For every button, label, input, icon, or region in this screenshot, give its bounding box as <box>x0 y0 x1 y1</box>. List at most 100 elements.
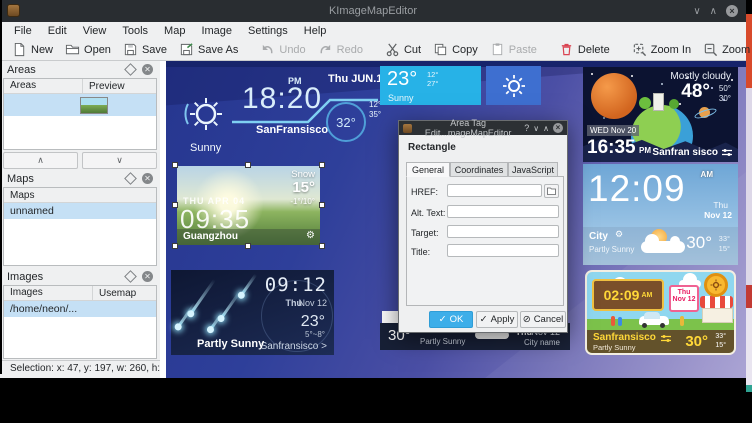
maps-panel-header[interactable]: Maps ✕ <box>3 171 157 186</box>
save-button[interactable]: Save <box>117 40 173 59</box>
images-panel-header[interactable]: Images ✕ <box>3 269 157 284</box>
zoom-out-button[interactable]: Zoom Out <box>697 40 752 59</box>
selection-handle[interactable] <box>319 243 325 249</box>
menu-settings[interactable]: Settings <box>240 25 296 37</box>
menu-tools[interactable]: Tools <box>114 25 156 37</box>
new-button[interactable]: New <box>6 40 59 59</box>
copy-button[interactable]: Copy <box>427 40 484 59</box>
menu-map[interactable]: Map <box>156 25 193 37</box>
selection-handle[interactable] <box>245 162 251 168</box>
paste-clipboard-icon <box>490 42 505 57</box>
close-panel-icon[interactable]: ✕ <box>142 173 153 184</box>
selection-handle[interactable] <box>245 243 251 249</box>
href-input[interactable] <box>447 184 542 197</box>
selection-handle[interactable] <box>319 162 325 168</box>
selection-handle[interactable] <box>319 202 325 208</box>
float-icon[interactable] <box>124 172 137 185</box>
city-label: City name <box>524 338 560 347</box>
close-panel-icon[interactable]: ✕ <box>142 271 153 282</box>
app-icon <box>403 124 412 133</box>
area-preview-thumbnail <box>80 97 108 114</box>
cut-button[interactable]: Cut <box>379 40 427 59</box>
image-row-path[interactable]: /home/neon/... <box>4 301 156 317</box>
alt-text-input[interactable] <box>447 205 559 218</box>
images-table[interactable]: Images Usemap /home/neon/... <box>3 285 157 359</box>
zoom-in-button[interactable]: Zoom In <box>626 40 697 59</box>
map-row-unnamed[interactable]: unnamed <box>4 203 156 219</box>
open-label: Open <box>84 44 111 56</box>
dialog-title: Area Tag Edit...mageMapEditor <box>416 118 520 138</box>
menu-help[interactable]: Help <box>296 25 335 37</box>
new-document-icon <box>12 42 27 57</box>
menu-file[interactable]: File <box>6 25 40 37</box>
selection-handle[interactable] <box>172 202 178 208</box>
delete-trash-icon <box>559 42 574 57</box>
minimize-button[interactable]: ∨ <box>533 124 539 133</box>
settings-gear-icon[interactable]: ⚙ <box>306 230 315 241</box>
redo-button[interactable]: Redo <box>312 40 369 59</box>
car-roof <box>644 312 660 319</box>
tab-general[interactable]: General <box>406 162 450 177</box>
bottom-bar: Sanfransisco Partly Sunny 30° 33° 15° <box>587 330 734 353</box>
move-area-up-button[interactable]: ∧ <box>3 152 78 169</box>
undo-button[interactable]: Undo <box>254 40 311 59</box>
titlebar[interactable]: KImageMapEditor ∨ ∧ × <box>0 0 746 22</box>
settings-gear-icon[interactable]: ⚙ <box>615 230 623 240</box>
area-row-selected[interactable] <box>4 94 156 116</box>
low-label: 15° <box>719 244 730 253</box>
maximize-button[interactable]: ∧ <box>710 6 717 17</box>
temp-label: 23° <box>387 68 417 91</box>
preview-column-header[interactable]: Preview <box>83 81 125 92</box>
ok-button[interactable]: ✓OK <box>429 311 473 328</box>
menu-view[interactable]: View <box>75 25 115 37</box>
cloud-icon <box>641 241 685 253</box>
shape-heading: Rectangle <box>408 142 456 153</box>
settings-sliders-icon[interactable] <box>722 148 732 157</box>
widget-guangzhou[interactable]: Snow 15° -1°/10° THU APR 04 09:35 Guangz… <box>177 166 320 245</box>
cancel-button[interactable]: ⊘Cancel <box>520 311 566 328</box>
settings-sliders-icon[interactable] <box>661 334 671 343</box>
dialog-titlebar[interactable]: Area Tag Edit...mageMapEditor ? ∨ ∧ × <box>399 121 567 135</box>
areas-column-header[interactable]: Areas <box>4 79 83 93</box>
areas-panel-header[interactable]: Areas ✕ <box>3 62 157 77</box>
menu-image[interactable]: Image <box>193 25 240 37</box>
menu-edit[interactable]: Edit <box>40 25 75 37</box>
close-panel-icon[interactable]: ✕ <box>142 64 153 75</box>
open-button[interactable]: Open <box>59 40 117 59</box>
tree-icon <box>669 99 679 109</box>
tab-coordinates[interactable]: Coordinates <box>450 162 508 177</box>
check-icon: ✓ <box>439 314 447 325</box>
saturn-ring-icon <box>693 107 717 121</box>
minimize-button[interactable]: ∨ <box>693 6 700 17</box>
window-title: KImageMapEditor <box>0 5 746 17</box>
close-button[interactable]: × <box>726 5 738 17</box>
usemap-column-header[interactable]: Usemap <box>93 288 136 299</box>
close-button[interactable]: × <box>553 123 563 133</box>
selection-handle[interactable] <box>172 243 178 249</box>
images-column-header[interactable]: Images <box>4 286 93 300</box>
condition-label: Partly Sunny <box>420 337 465 346</box>
float-icon[interactable] <box>124 270 137 283</box>
title-input[interactable] <box>447 244 559 257</box>
apply-button[interactable]: ✓Apply <box>476 311 518 328</box>
save-as-button[interactable]: Save As <box>173 40 244 59</box>
help-button[interactable]: ? <box>524 123 529 133</box>
widget-sky-clock: 12:09 AM Thu Nov 12 City ⚙ Partly Sunny … <box>583 164 738 265</box>
href-browse-button[interactable] <box>544 184 559 198</box>
status-selection: Selection: x: 47, y: 197, w: 260, h: 145 <box>10 363 180 374</box>
paste-button[interactable]: Paste <box>484 40 543 59</box>
tab-javascript[interactable]: JavaScript <box>508 162 558 177</box>
areas-table[interactable]: Areas Preview <box>3 78 157 150</box>
float-icon[interactable] <box>124 63 137 76</box>
delete-button[interactable]: Delete <box>553 40 616 59</box>
bottom-strip: City ⚙ Partly Sunny 30° 33° 15° <box>583 227 738 265</box>
city-label: Sanfransisco > <box>261 341 327 352</box>
maps-list[interactable]: Maps unnamed <box>3 187 157 266</box>
cancel-icon: ⊘ <box>523 314 531 325</box>
maximize-button[interactable]: ∧ <box>543 124 549 133</box>
date-label: WED Nov 20 <box>587 125 639 136</box>
target-input[interactable] <box>447 225 559 238</box>
selection-handle[interactable] <box>172 162 178 168</box>
maps-column-header[interactable]: Maps <box>4 190 34 201</box>
move-area-down-button[interactable]: ∨ <box>82 152 157 169</box>
